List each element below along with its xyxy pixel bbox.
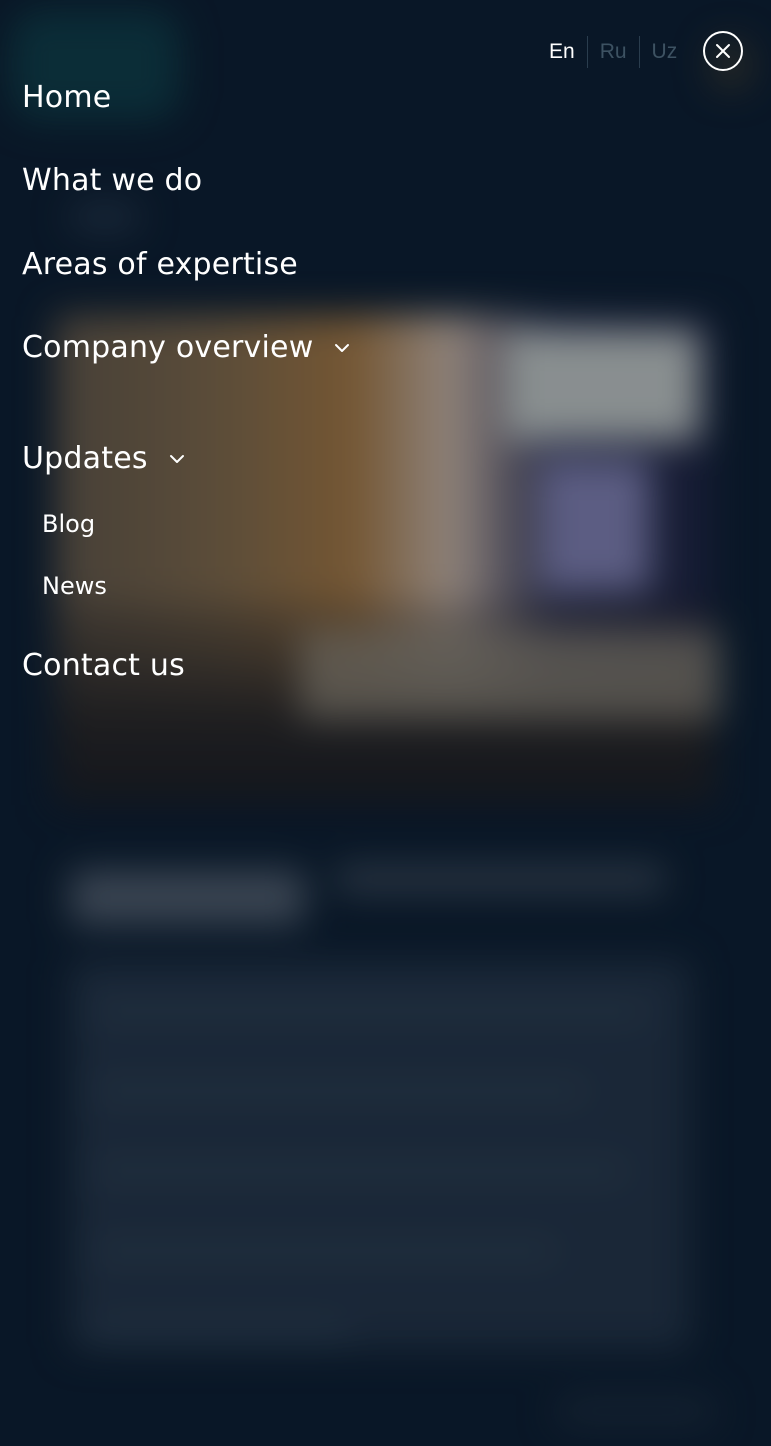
language-ru[interactable]: Ru: [588, 34, 639, 70]
language-en[interactable]: En: [537, 34, 587, 70]
close-icon: [716, 44, 730, 58]
close-menu-button[interactable]: [703, 31, 743, 71]
nav-subitem-blog[interactable]: Blog: [42, 510, 95, 538]
chevron-down-icon: [333, 339, 351, 357]
nav-item-label: Areas of expertise: [22, 247, 298, 282]
nav-item-label: Company overview: [22, 330, 314, 365]
nav-item-home[interactable]: Home: [22, 80, 111, 115]
nav-item-contact-us[interactable]: Contact us: [22, 648, 185, 683]
menu-overlay: [0, 0, 771, 1446]
nav-subitem-news[interactable]: News: [42, 572, 107, 600]
nav-item-updates[interactable]: Updates: [22, 441, 186, 476]
nav-item-areas-of-expertise[interactable]: Areas of expertise: [22, 247, 298, 282]
nav-item-label: Home: [22, 80, 112, 115]
nav-item-label: What we do: [22, 163, 203, 198]
nav-item-company-overview[interactable]: Company overview: [22, 330, 351, 365]
nav-item-label: Updates: [22, 441, 148, 476]
language-uz[interactable]: Uz: [640, 34, 690, 70]
nav-item-label: Contact us: [22, 648, 185, 683]
chevron-down-icon: [168, 450, 186, 468]
language-switcher: En Ru Uz: [537, 34, 689, 70]
mobile-menu-screen: En Ru Uz Home What we do Areas of expert…: [0, 0, 771, 1446]
nav-item-what-we-do[interactable]: What we do: [22, 163, 202, 198]
